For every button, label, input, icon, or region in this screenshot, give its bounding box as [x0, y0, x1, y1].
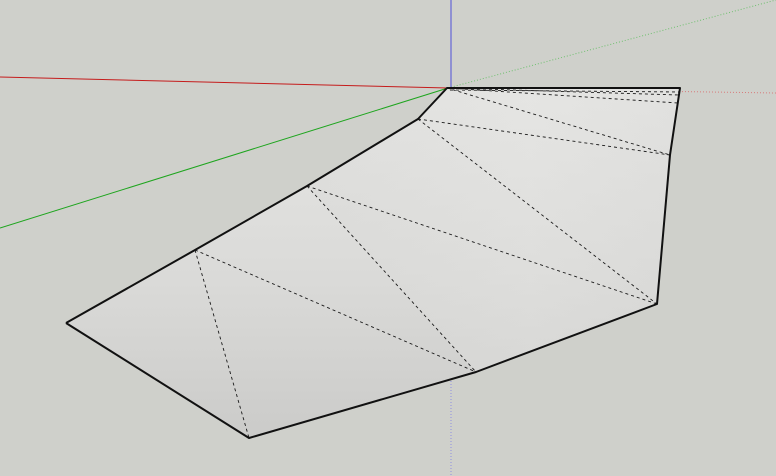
terrain-surface[interactable]: [65, 87, 681, 439]
modeling-viewport[interactable]: [0, 0, 776, 476]
green-axis-negative: [447, 0, 776, 89]
model-canvas[interactable]: [0, 0, 776, 476]
red-axis: [0, 76, 449, 89]
